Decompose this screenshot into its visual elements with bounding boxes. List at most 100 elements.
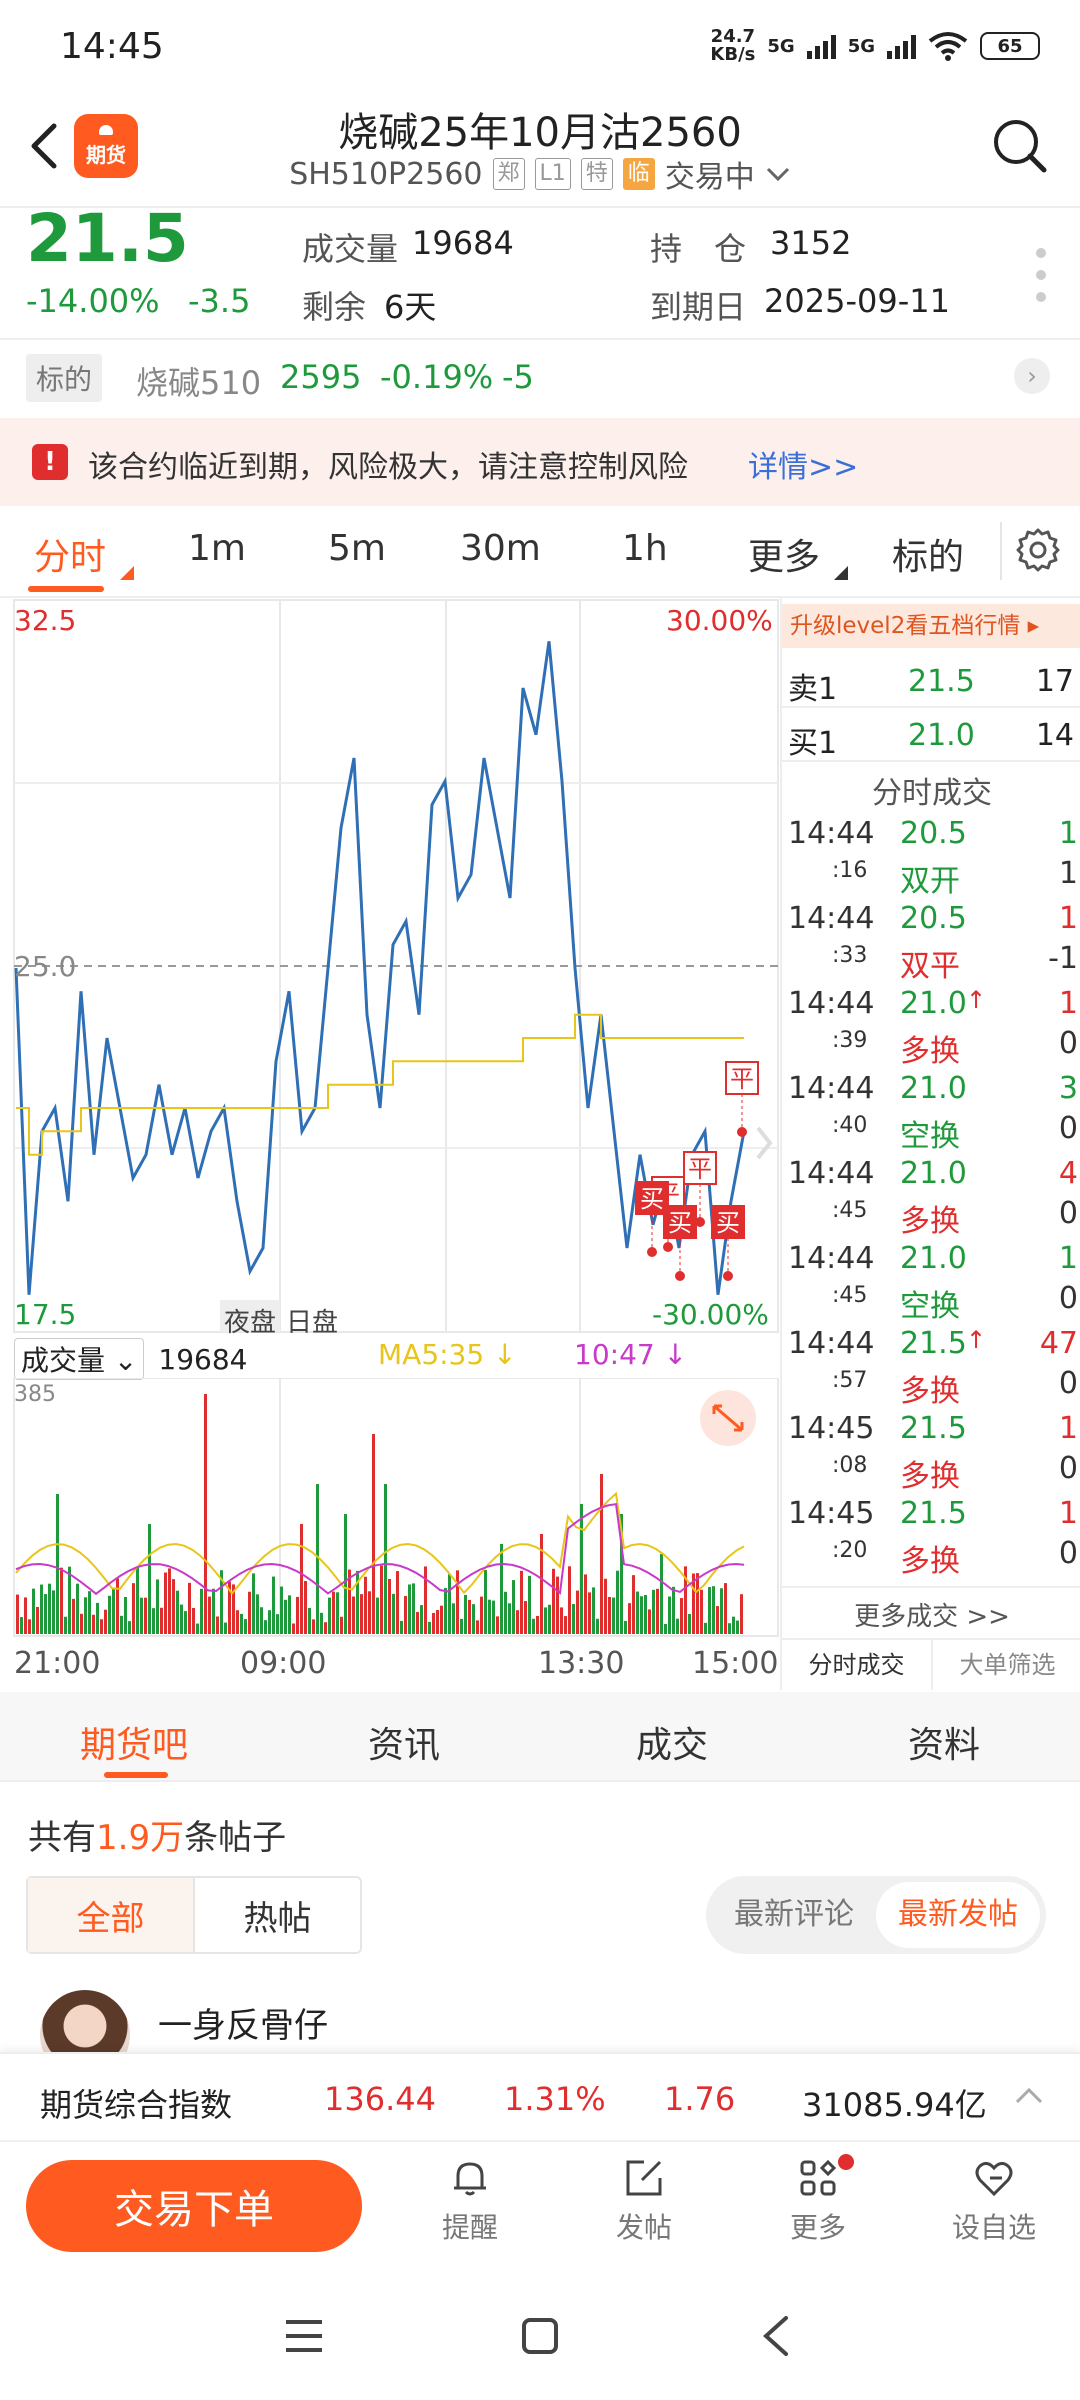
trade-order-button[interactable]: 交易下单 <box>26 2160 362 2252</box>
tab-more[interactable]: 更多 <box>748 528 820 580</box>
volume-bar <box>472 1604 475 1634</box>
trade-row: 14:44 21.5 ↑ 47:57 多换 0 <box>788 1324 1078 1409</box>
sort-latest-comment-button[interactable]: 最新评论 <box>712 1882 876 1948</box>
underlying-row[interactable]: 标的 烧碱510 2595 -0.19% -5 › <box>0 340 1080 416</box>
volume-bar <box>612 1597 615 1634</box>
more-trades-link[interactable]: 更多成交 >> <box>782 1596 1080 1633</box>
add-watchlist-button[interactable]: 设自选 <box>934 2156 1054 2246</box>
volume-bar <box>332 1591 335 1634</box>
volume-bar <box>568 1566 571 1634</box>
home-icon[interactable] <box>520 2316 560 2356</box>
volume-bar <box>320 1612 323 1634</box>
more-button[interactable]: 更多 <box>758 2156 878 2246</box>
close-marker[interactable]: 平 <box>725 1061 759 1137</box>
volume-bar <box>364 1576 367 1634</box>
tab-30m[interactable]: 30m <box>460 528 541 569</box>
volume-bar <box>168 1568 171 1634</box>
marker-label: 买 <box>668 1209 692 1237</box>
chart-expand-handle-icon[interactable] <box>756 1126 773 1160</box>
trade-row: 14:44 20.5 1:33 双平 -1 <box>788 899 1078 984</box>
intraday-chart[interactable]: 平平平买买买 32.5 30.00% 25.0 17.5 -30.00% 夜盘 … <box>0 598 780 1690</box>
volume-bar <box>564 1616 567 1634</box>
index-ticker-bar[interactable]: 期货综合指数 136.44 1.31% 1.76 31085.94亿 <box>0 2052 1080 2140</box>
tab-1h[interactable]: 1h <box>622 528 668 569</box>
volume-bar <box>500 1544 503 1634</box>
contract-subtitle[interactable]: SH510P2560 郑 L1 特 临 交易中 <box>0 152 1080 196</box>
side-panel-tabs: 分时成交 大单筛选 <box>782 1638 1080 1690</box>
trade-time: 14:44 <box>788 1156 875 1191</box>
status-bar: 14:45 24.7 KB/s 5G 5G 65 <box>0 0 1080 96</box>
contract-title: 烧碱25年10月沽2560 <box>338 110 742 156</box>
ma10-label: 10:47 ↓ <box>574 1338 688 1371</box>
tab-1m[interactable]: 1m <box>188 528 246 569</box>
volume-bar <box>428 1621 431 1634</box>
expiry-label: 到期日 <box>650 288 747 326</box>
chevron-up-icon[interactable] <box>1014 2084 1044 2106</box>
volume-bar <box>424 1566 427 1634</box>
rp-separator <box>782 760 1080 762</box>
chevron-right-icon[interactable]: › <box>1014 358 1050 394</box>
volume-bar <box>596 1618 599 1634</box>
indicator-select[interactable]: 成交量 ⌄ <box>14 1338 145 1380</box>
volume-bar <box>360 1594 363 1634</box>
tab-underlying[interactable]: 标的 <box>892 528 964 580</box>
search-icon[interactable] <box>990 116 1050 176</box>
volume-bar <box>48 1583 51 1634</box>
trade-second: :33 <box>832 943 868 968</box>
volume-chart-svg[interactable] <box>0 1378 780 1640</box>
bid-1-row: 买1 21.0 14 <box>788 708 1078 761</box>
level2-upgrade-banner[interactable]: 升级level2看五档行情 ▸ <box>782 604 1080 648</box>
trade-second: :57 <box>832 1368 868 1393</box>
tick-trades-list[interactable]: 14:44 20.5 1:16 双开 1 14:44 20.5 1:33 双平 -1 14:44 21… <box>788 814 1078 1579</box>
volume-bar <box>116 1578 119 1634</box>
tab-trades[interactable]: 成交 <box>636 1716 708 1768</box>
change-value: -3.5 <box>188 282 251 320</box>
remind-button[interactable]: 提醒 <box>410 2156 530 2246</box>
trade-time: 14:44 <box>788 986 875 1021</box>
post-button[interactable]: 发帖 <box>584 2156 704 2246</box>
volume-bar <box>444 1588 447 1634</box>
sort-latest-post-button[interactable]: 最新发帖 <box>876 1882 1040 1948</box>
volume-bar <box>528 1575 531 1634</box>
trade-volume: 1 <box>1058 986 1078 1021</box>
bid-volume: 14 <box>1035 718 1074 753</box>
more-options-icon[interactable] <box>1036 248 1050 314</box>
tab-news[interactable]: 资讯 <box>368 1716 440 1768</box>
risk-warning-banner: ! 该合约临近到期，风险极大，请注意控制风险 详情>> <box>0 418 1080 506</box>
volume-bar <box>464 1594 467 1634</box>
tab-tick-trades[interactable]: 分时成交 <box>782 1640 931 1690</box>
volume-bar <box>276 1614 279 1634</box>
tab-5m[interactable]: 5m <box>328 528 386 569</box>
volume-bar <box>664 1623 667 1634</box>
volume-bar <box>480 1596 483 1634</box>
post-username[interactable]: 一身反骨仔 <box>158 1998 328 2047</box>
time-label-afternoon: 13:30 <box>538 1646 625 1681</box>
trade-row: 14:44 21.0 4:45 多换 0 <box>788 1154 1078 1239</box>
volume-bar <box>488 1599 491 1634</box>
tab-large-orders[interactable]: 大单筛选 <box>931 1640 1080 1690</box>
volume-bar <box>164 1572 167 1634</box>
trade-oi-change: 0 <box>1058 1281 1078 1316</box>
tab-intraday[interactable]: 分时 <box>34 528 106 580</box>
ask-1-row: 卖1 21.5 17 <box>788 654 1078 707</box>
filter-hot-button[interactable]: 热帖 <box>193 1878 360 1952</box>
trade-arrow: ↑ <box>966 986 987 1014</box>
trade-type: 双平 <box>900 949 960 984</box>
volume-bar <box>416 1611 419 1634</box>
tab-info[interactable]: 资料 <box>908 1716 980 1768</box>
volume-bar <box>400 1620 403 1634</box>
volume-bar <box>508 1603 511 1634</box>
tab-forum[interactable]: 期货吧 <box>80 1716 188 1768</box>
filter-all-button[interactable]: 全部 <box>28 1878 193 1952</box>
volume-bar <box>256 1594 259 1634</box>
warning-details-link[interactable]: 详情>> <box>748 442 858 486</box>
volume-bar <box>536 1615 539 1634</box>
volume-bar <box>200 1588 203 1634</box>
nav-back-icon[interactable] <box>758 2314 794 2358</box>
price-chart-svg[interactable]: 平平平买买买 <box>0 598 780 1338</box>
trade-volume: 3 <box>1058 1071 1078 1106</box>
trade-time: 14:44 <box>788 1071 875 1106</box>
volume-bar <box>88 1591 91 1634</box>
menu-icon[interactable] <box>284 2318 324 2354</box>
gear-icon[interactable] <box>1014 526 1062 574</box>
